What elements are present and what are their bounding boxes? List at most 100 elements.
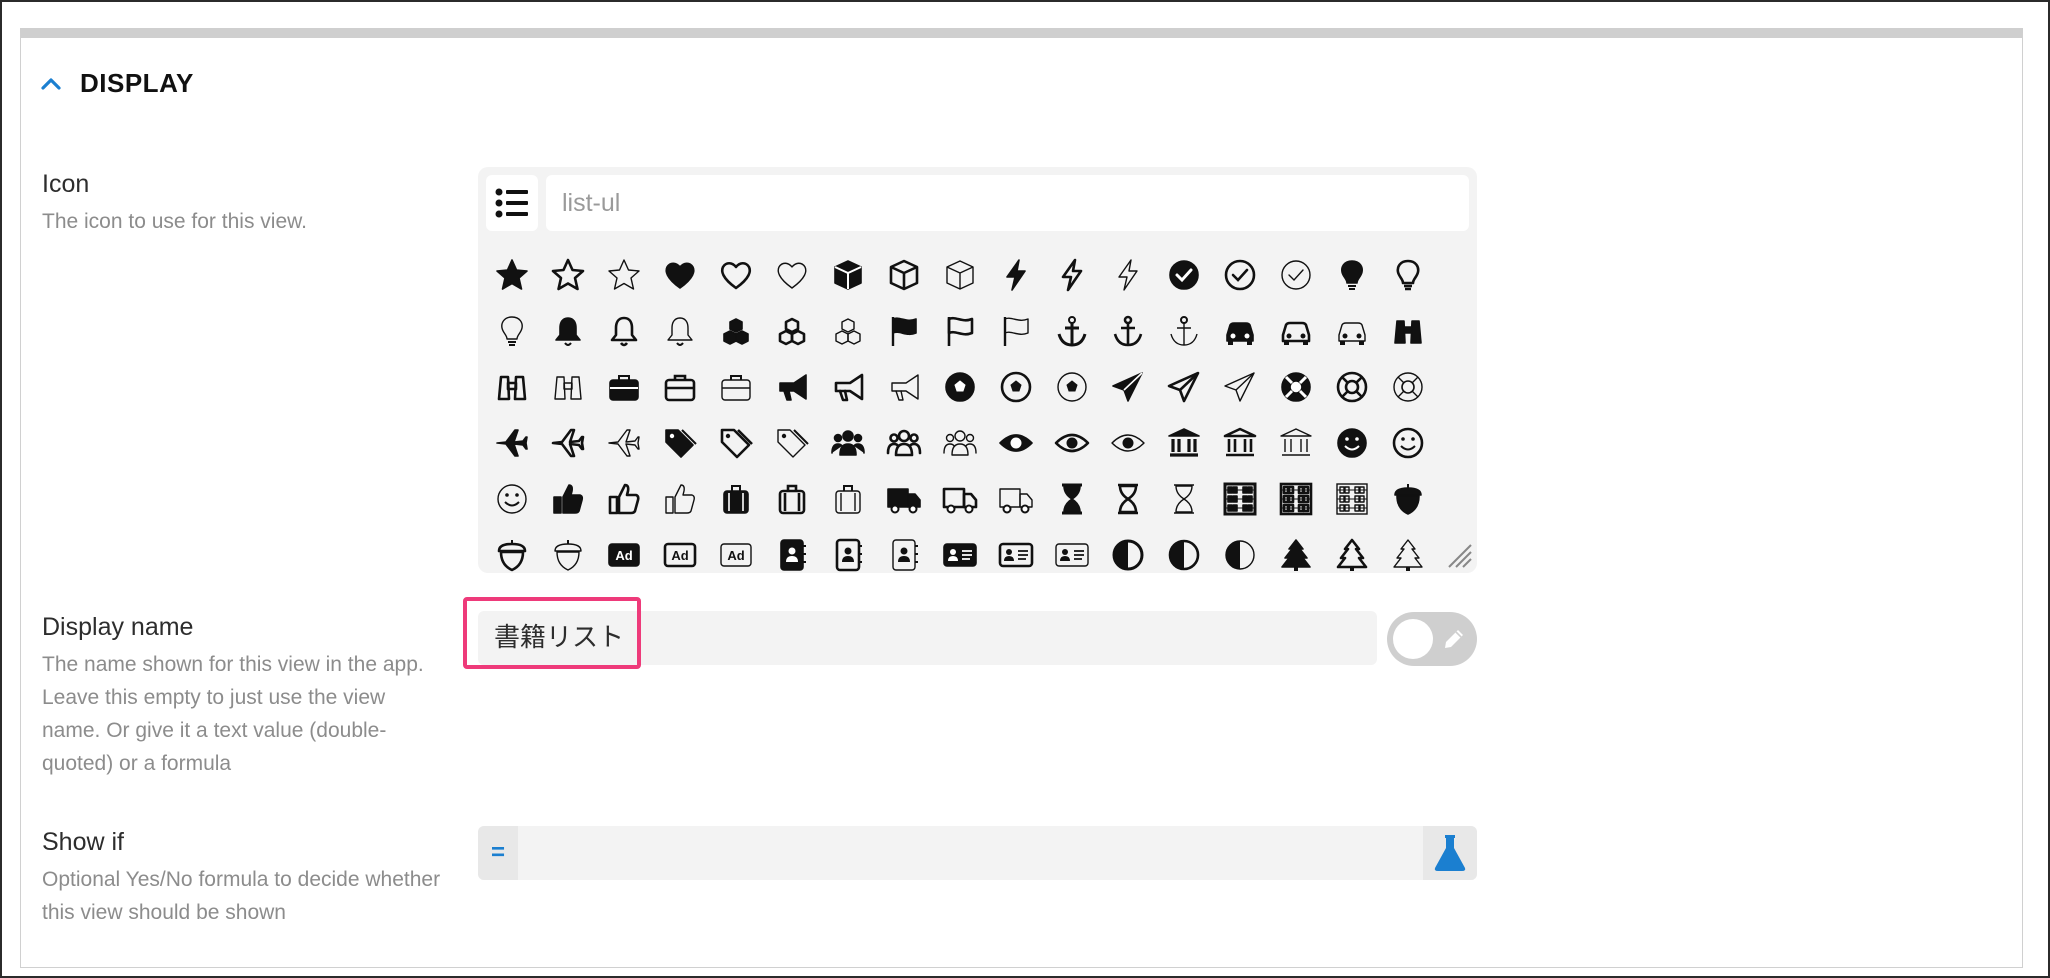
- address-book-regular-icon[interactable]: [820, 527, 876, 573]
- display-name-field[interactable]: 書籍リスト: [478, 611, 1377, 665]
- hourglass-light-icon[interactable]: [1156, 471, 1212, 527]
- futbol-regular-icon[interactable]: [988, 359, 1044, 415]
- acorn-solid-icon[interactable]: [1380, 471, 1436, 527]
- briefcase-light-icon[interactable]: [708, 359, 764, 415]
- acorn-light-icon[interactable]: [540, 527, 596, 573]
- heart-solid-icon[interactable]: [652, 247, 708, 303]
- address-book-solid-icon[interactable]: [764, 527, 820, 573]
- life-ring-solid-icon[interactable]: [1268, 359, 1324, 415]
- car-light-icon[interactable]: [1324, 303, 1380, 359]
- abacus-regular-icon[interactable]: [1268, 471, 1324, 527]
- bell-light-icon[interactable]: [652, 303, 708, 359]
- bolt-light-icon[interactable]: [1100, 247, 1156, 303]
- car-regular-icon[interactable]: [1268, 303, 1324, 359]
- icon-search-input[interactable]: [546, 175, 1469, 231]
- address-card-regular-icon[interactable]: [988, 527, 1044, 573]
- cube-light-icon[interactable]: [932, 247, 988, 303]
- anchor-solid-icon[interactable]: [1044, 303, 1100, 359]
- adjust-regular-icon[interactable]: [1156, 527, 1212, 573]
- plane-light-icon[interactable]: [596, 415, 652, 471]
- bell-solid-icon[interactable]: [540, 303, 596, 359]
- show-if-formula-input[interactable]: [518, 826, 1423, 880]
- car-solid-icon[interactable]: [1212, 303, 1268, 359]
- university-regular-icon[interactable]: [1212, 415, 1268, 471]
- smile-regular-icon[interactable]: [1380, 415, 1436, 471]
- eye-solid-icon[interactable]: [988, 415, 1044, 471]
- tags-solid-icon[interactable]: [652, 415, 708, 471]
- binoculars-light-icon[interactable]: [540, 359, 596, 415]
- address-card-solid-icon[interactable]: [932, 527, 988, 573]
- flag-regular-icon[interactable]: [932, 303, 988, 359]
- lightbulb-regular-icon[interactable]: [1380, 247, 1436, 303]
- briefcase-regular-icon[interactable]: [652, 359, 708, 415]
- users-regular-icon[interactable]: [876, 415, 932, 471]
- check-circle-solid-icon[interactable]: [1156, 247, 1212, 303]
- suitcase-light-icon[interactable]: [820, 471, 876, 527]
- selected-list-ul-icon[interactable]: [486, 175, 538, 231]
- test-formula-button[interactable]: [1423, 826, 1477, 880]
- ad-solid-icon[interactable]: Ad: [596, 527, 652, 573]
- bolt-regular-icon[interactable]: [1044, 247, 1100, 303]
- display-name-value[interactable]: 書籍リスト: [494, 611, 624, 665]
- briefcase-solid-icon[interactable]: [596, 359, 652, 415]
- cubes-light-icon[interactable]: [820, 303, 876, 359]
- display-section-toggle[interactable]: DISPLAY: [40, 68, 194, 99]
- tree-light-icon[interactable]: [1380, 527, 1436, 573]
- life-ring-light-icon[interactable]: [1380, 359, 1436, 415]
- truck-regular-icon[interactable]: [932, 471, 988, 527]
- ad-regular-icon[interactable]: Ad: [652, 527, 708, 573]
- truck-solid-icon[interactable]: [876, 471, 932, 527]
- anchor-regular-icon[interactable]: [1100, 303, 1156, 359]
- smile-solid-icon[interactable]: [1324, 415, 1380, 471]
- futbol-light-icon[interactable]: [1044, 359, 1100, 415]
- abacus-solid-icon[interactable]: [1212, 471, 1268, 527]
- cubes-regular-icon[interactable]: [764, 303, 820, 359]
- eye-light-icon[interactable]: [1100, 415, 1156, 471]
- check-circle-light-icon[interactable]: [1268, 247, 1324, 303]
- eye-regular-icon[interactable]: [1044, 415, 1100, 471]
- plane-regular-icon[interactable]: [540, 415, 596, 471]
- hourglass-regular-icon[interactable]: [1100, 471, 1156, 527]
- heart-regular-icon[interactable]: [708, 247, 764, 303]
- users-light-icon[interactable]: [932, 415, 988, 471]
- thumbs-up-light-icon[interactable]: [652, 471, 708, 527]
- address-book-light-icon[interactable]: [876, 527, 932, 573]
- lightbulb-solid-icon[interactable]: [1324, 247, 1380, 303]
- university-light-icon[interactable]: [1268, 415, 1324, 471]
- paper-plane-solid-icon[interactable]: [1100, 359, 1156, 415]
- life-ring-regular-icon[interactable]: [1324, 359, 1380, 415]
- binoculars-solid-icon[interactable]: [1380, 303, 1436, 359]
- star-regular-icon[interactable]: [540, 247, 596, 303]
- paper-plane-light-icon[interactable]: [1212, 359, 1268, 415]
- thumbs-up-solid-icon[interactable]: [540, 471, 596, 527]
- address-card-light-icon[interactable]: [1044, 527, 1100, 573]
- flag-solid-icon[interactable]: [876, 303, 932, 359]
- bell-regular-icon[interactable]: [596, 303, 652, 359]
- tree-regular-icon[interactable]: [1324, 527, 1380, 573]
- flag-light-icon[interactable]: [988, 303, 1044, 359]
- truck-light-icon[interactable]: [988, 471, 1044, 527]
- formula-mode-toggle[interactable]: [1387, 612, 1477, 666]
- binoculars-regular-icon[interactable]: [484, 359, 540, 415]
- adjust-solid-icon[interactable]: [1100, 527, 1156, 573]
- bullhorn-regular-icon[interactable]: [820, 359, 876, 415]
- tags-regular-icon[interactable]: [708, 415, 764, 471]
- university-solid-icon[interactable]: [1156, 415, 1212, 471]
- check-circle-regular-icon[interactable]: [1212, 247, 1268, 303]
- alicorn-tree-solid-icon[interactable]: [1268, 527, 1324, 573]
- tags-light-icon[interactable]: [764, 415, 820, 471]
- acorn-regular-icon[interactable]: [484, 527, 540, 573]
- cube-solid-icon[interactable]: [820, 247, 876, 303]
- users-solid-icon[interactable]: [820, 415, 876, 471]
- adjust-light-icon[interactable]: [1212, 527, 1268, 573]
- suitcase-solid-icon[interactable]: [708, 471, 764, 527]
- abacus-light-icon[interactable]: [1324, 471, 1380, 527]
- resize-handle-icon[interactable]: [1447, 543, 1473, 569]
- heart-light-icon[interactable]: [764, 247, 820, 303]
- ad-light-icon[interactable]: Ad: [708, 527, 764, 573]
- star-light-icon[interactable]: [596, 247, 652, 303]
- bullhorn-light-icon[interactable]: [876, 359, 932, 415]
- futbol-solid-icon[interactable]: [932, 359, 988, 415]
- hourglass-solid-icon[interactable]: [1044, 471, 1100, 527]
- paper-plane-regular-icon[interactable]: [1156, 359, 1212, 415]
